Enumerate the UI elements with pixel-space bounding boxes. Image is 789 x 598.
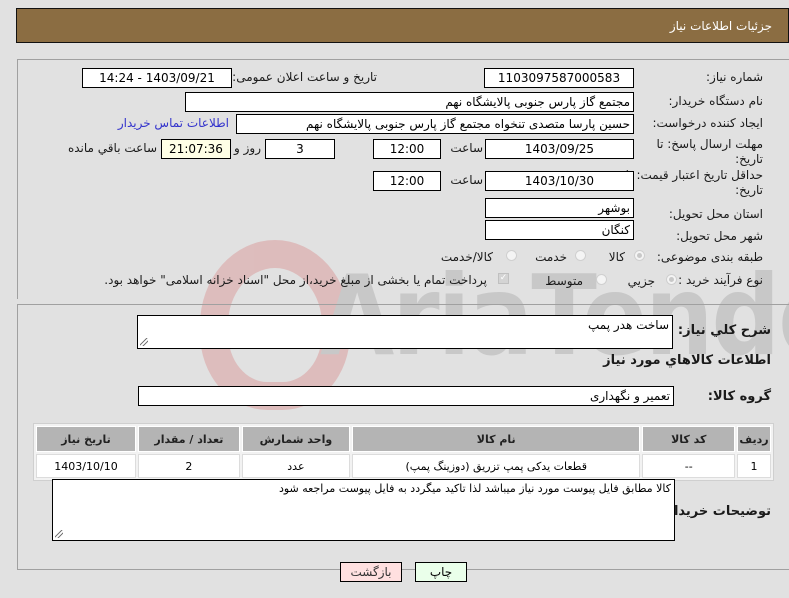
delivery-city-label: شهر محل تحویل: (676, 229, 763, 243)
cell-need-date: 1403/10/10 (36, 454, 136, 478)
requester-field[interactable]: حسین پارسا متصدی تنخواه مجتمع گاز پارس ج… (236, 114, 634, 134)
purchase-radio-minor[interactable] (666, 274, 677, 285)
price-validity-label: حداقل تاریخ اعتبار قیمت: تا (625, 168, 763, 182)
page-header: جزئیات اطلاعات نیاز (16, 8, 789, 43)
remaining-time-field: 21:07:36 (161, 139, 231, 159)
price-validity-label-2: تاریخ: (735, 183, 763, 197)
announce-datetime-label: تاریخ و ساعت اعلان عمومی: (232, 70, 377, 84)
category-radio-service[interactable] (575, 250, 586, 261)
col-item-code: کد کالا (642, 426, 736, 452)
buyer-notes-field[interactable]: کالا مطابق فایل پیوست مورد نیاز میباشد ل… (52, 479, 675, 541)
general-desc-text: ساخت هدر پمپ (587, 318, 669, 332)
treasury-checkbox[interactable]: ✓ (498, 273, 509, 284)
col-unit: واحد شمارش (241, 426, 351, 452)
requester-label: ایجاد کننده درخواست: (652, 116, 763, 130)
table-row: 1 -- قطعات یدکی پمپ تزریق (دوزینگ پمپ) ع… (36, 454, 771, 478)
response-deadline-date[interactable]: 1403/09/25 (485, 139, 634, 159)
cell-row-number: 1 (737, 454, 771, 478)
col-item-name: نام کالا (352, 426, 641, 452)
general-desc-field[interactable]: ساخت هدر پمپ (137, 315, 673, 349)
purchase-type-label: نوع فرآیند خرید : (678, 273, 763, 287)
items-heading: اطلاعات کالاهاي مورد نیاز (603, 353, 771, 368)
buyer-contact-link[interactable]: اطلاعات تماس خریدار (118, 116, 229, 130)
price-validity-date[interactable]: 1403/10/30 (485, 171, 634, 191)
col-quantity: تعداد / مقدار (138, 426, 240, 452)
delivery-province-label: استان محل تحویل: (668, 207, 763, 221)
buyer-org-field[interactable]: مجتمع گاز پارس جنوبی پالایشگاه نهم (185, 92, 634, 112)
print-button[interactable]: چاپ (415, 562, 467, 582)
need-number-label: شماره نیاز: (706, 70, 763, 84)
purchase-option-medium: متوسط (545, 274, 583, 288)
buyer-notes-label: توضیحات خریدار: (661, 504, 771, 519)
category-label: طبقه بندی موضوعی: (656, 250, 763, 264)
response-deadline-label: مهلت ارسال پاسخ: تا (656, 137, 763, 151)
buyer-org-label: نام دستگاه خریدار: (668, 94, 764, 108)
purchase-option-minor: جزیي (627, 274, 655, 288)
delivery-province-field[interactable]: بوشهر (485, 198, 634, 218)
response-deadline-label-2: تاریخ: (735, 152, 763, 166)
remaining-time-label: ساعت باقي مانده (67, 141, 157, 155)
col-need-date: تاریخ نیاز (36, 426, 136, 452)
response-deadline-time[interactable]: 12:00 (373, 139, 441, 159)
category-option-goods-service: کالا/خدمت (440, 250, 493, 264)
category-radio-goods-service[interactable] (506, 250, 517, 261)
response-time-label: ساعت (450, 141, 483, 155)
cell-item-name: قطعات یدکی پمپ تزریق (دوزینگ پمپ) (352, 454, 641, 478)
need-number-field[interactable]: 1103097587000583 (484, 68, 634, 88)
price-validity-time[interactable]: 12:00 (373, 171, 441, 191)
cell-unit: عدد (241, 454, 351, 478)
table-header-row: ردیف کد کالا نام کالا واحد شمارش تعداد /… (36, 426, 771, 452)
purchase-radio-medium[interactable] (596, 274, 607, 285)
goods-group-label: گروه کالا: (707, 389, 771, 404)
goods-group-field[interactable]: تعمیر و نگهداری (138, 386, 674, 406)
general-desc-label: شرح کلي نیاز: (677, 323, 771, 338)
resize-grip-icon[interactable] (140, 338, 148, 346)
category-option-goods: کالا (608, 250, 625, 264)
cell-item-code: -- (642, 454, 736, 478)
resize-grip-icon[interactable] (55, 530, 63, 538)
remaining-days-field[interactable]: 3 (265, 139, 335, 159)
treasury-note: پرداخت تمام یا بخشی از مبلغ خرید،از محل … (104, 273, 487, 287)
cell-quantity: 2 (138, 454, 240, 478)
page-title: جزئیات اطلاعات نیاز (669, 19, 772, 33)
delivery-city-field[interactable]: کنگان (485, 220, 634, 240)
category-radio-goods[interactable] (634, 250, 645, 261)
items-table: ردیف کد کالا نام کالا واحد شمارش تعداد /… (33, 423, 774, 481)
category-option-service: خدمت (535, 250, 567, 264)
col-row-number: ردیف (737, 426, 771, 452)
price-validity-time-label: ساعت (450, 173, 483, 187)
back-button[interactable]: بازگشت (340, 562, 402, 582)
days-label: روز و (234, 141, 261, 155)
announce-datetime-field[interactable]: 1403/09/21 - 14:24 (82, 68, 232, 88)
buyer-notes-text: کالا مطابق فایل پیوست مورد نیاز میباشد ل… (278, 482, 671, 495)
